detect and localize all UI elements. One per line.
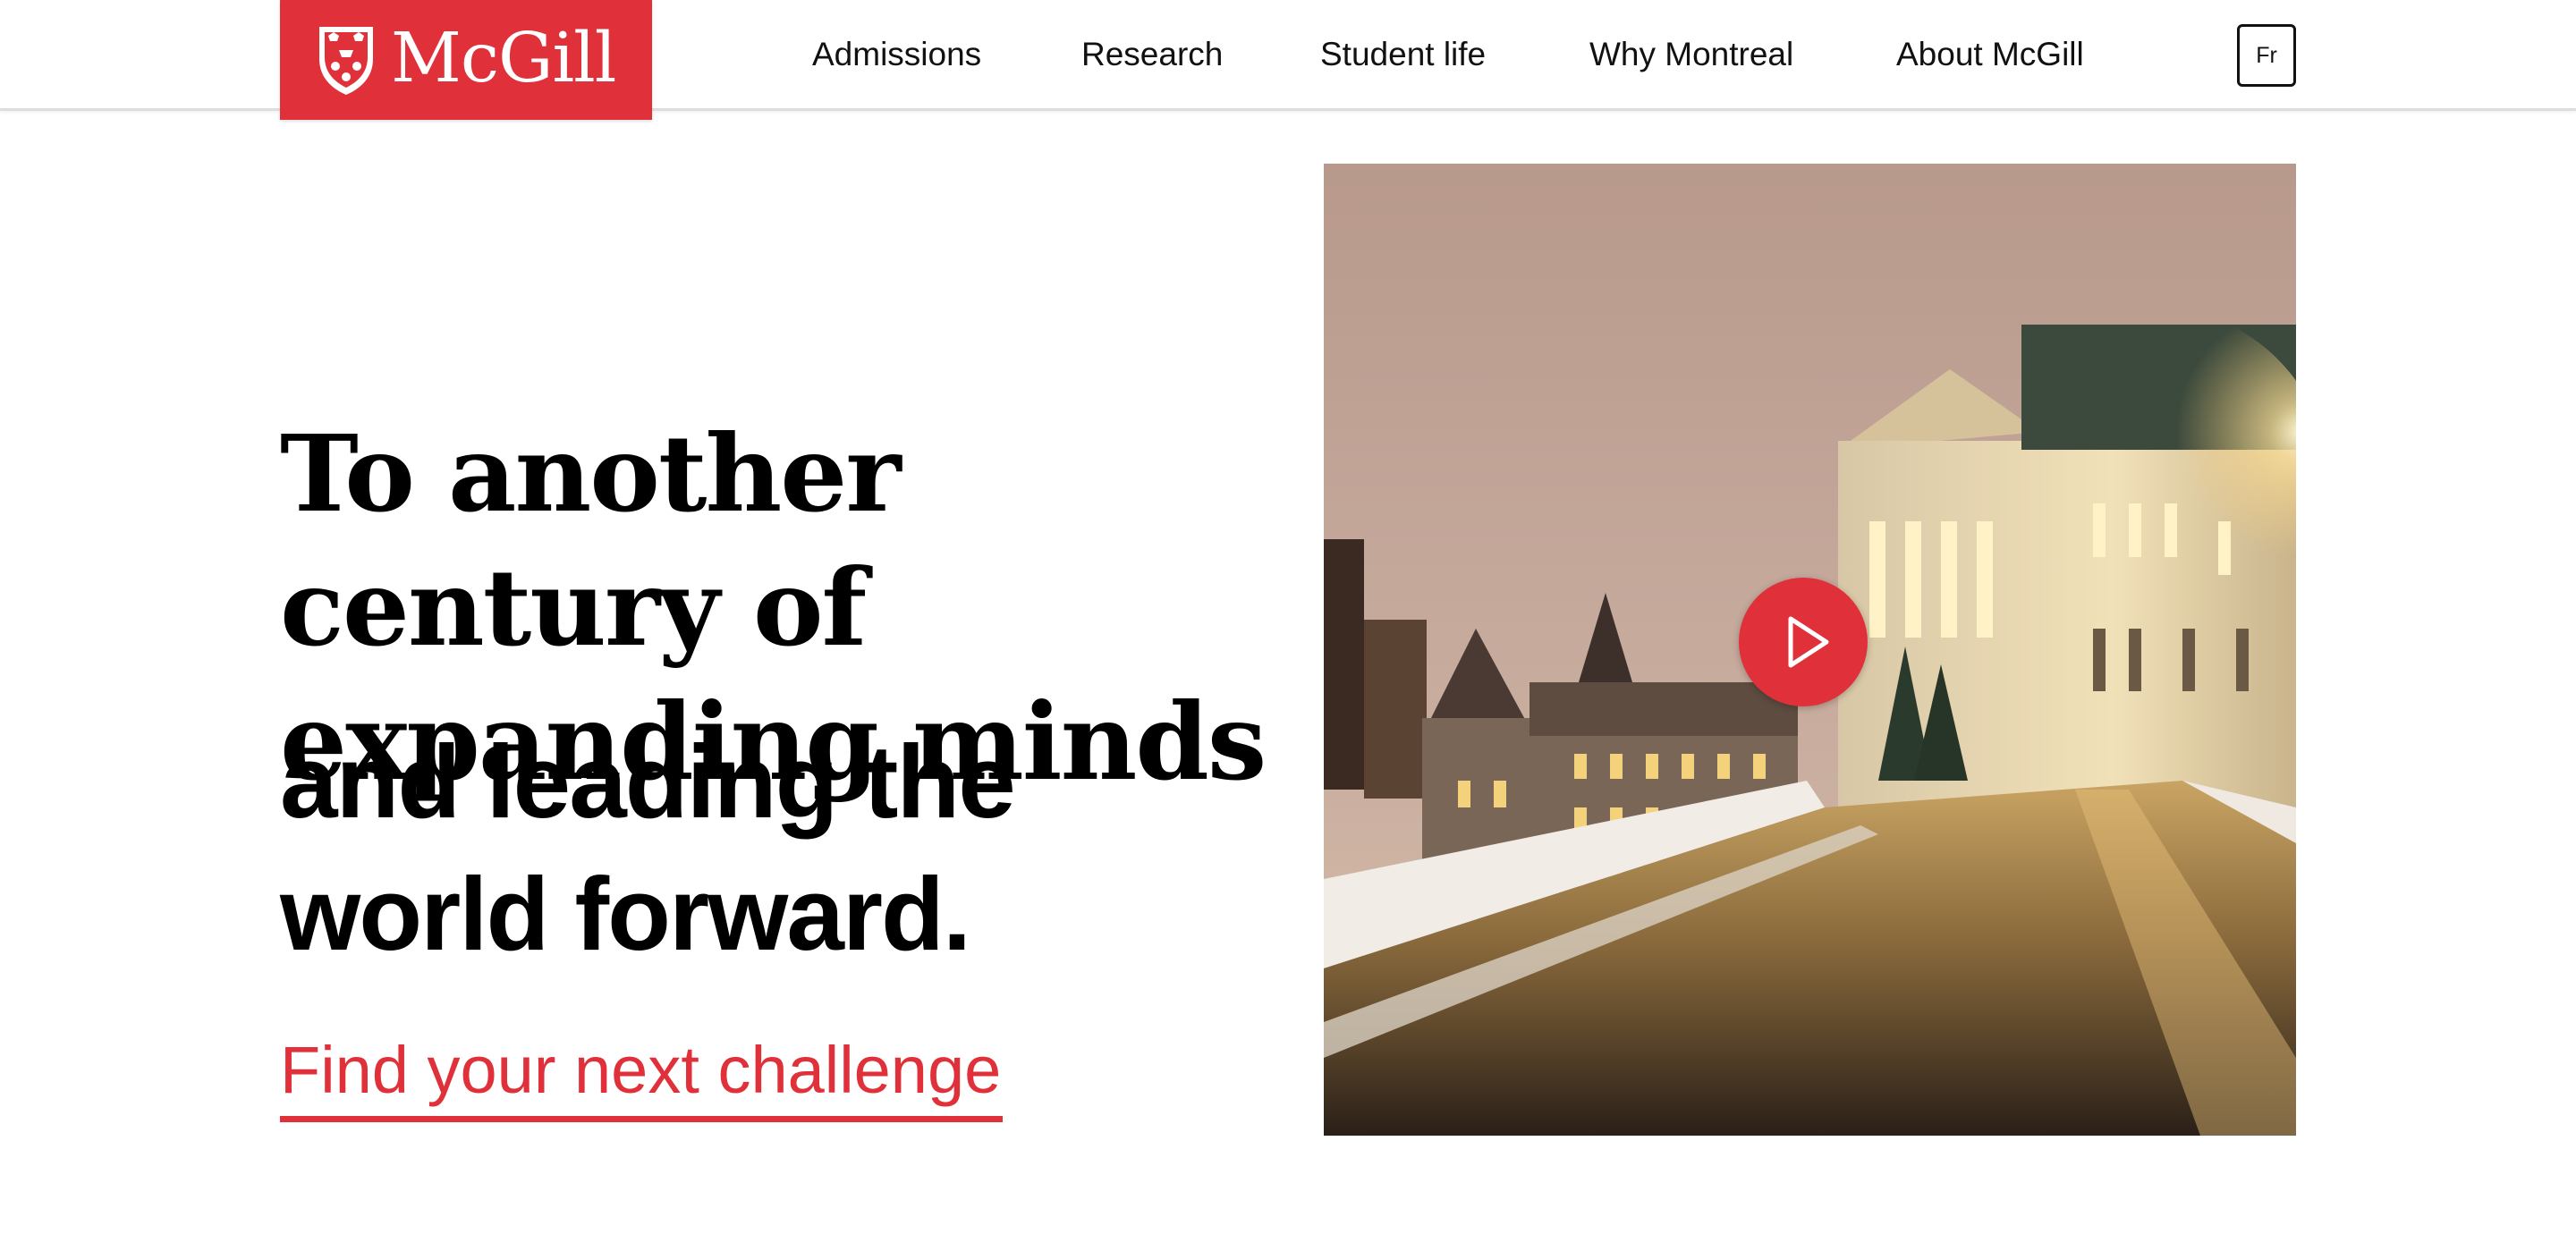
- nav-item-about-mcgill[interactable]: About McGill: [1896, 32, 2084, 77]
- play-video-button[interactable]: [1739, 578, 1868, 706]
- hero-headline-sans: and leading the world forward.: [280, 723, 1016, 972]
- find-next-challenge-link[interactable]: Find your next challenge: [280, 1024, 1004, 1122]
- nav-item-admissions[interactable]: Admissions: [812, 32, 981, 77]
- nav-item-why-montreal[interactable]: Why Montreal: [1589, 32, 1793, 77]
- mcgill-logo[interactable]: McGill: [280, 0, 652, 120]
- play-icon: [1788, 616, 1829, 668]
- shield-icon: [319, 27, 373, 95]
- language-toggle-button[interactable]: Fr: [2237, 24, 2296, 87]
- logo-wordmark: McGill: [391, 19, 616, 98]
- nav-item-student-life[interactable]: Student life: [1320, 32, 1486, 77]
- nav-item-research[interactable]: Research: [1081, 32, 1223, 77]
- site-header: McGill Admissions Research Student life …: [0, 0, 2576, 120]
